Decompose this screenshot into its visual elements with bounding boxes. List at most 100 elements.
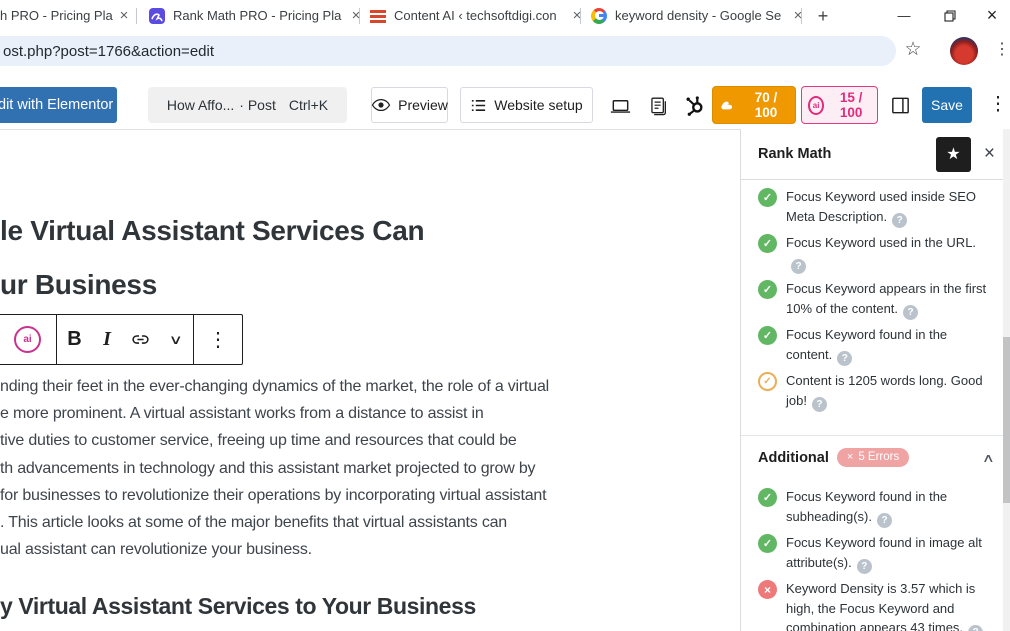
- content-ai-icon: ai: [14, 326, 41, 353]
- block-options-icon[interactable]: ⋮: [194, 315, 242, 364]
- check-text: Focus Keyword used in the URL.?: [786, 233, 976, 274]
- help-icon[interactable]: ?: [856, 559, 872, 574]
- additional-section-header[interactable]: Additional × 5 Errors ∧: [741, 435, 1010, 487]
- browser-tabstrip: h PRO - Pricing Pla × Rank Math PRO - Pr…: [0, 0, 1010, 32]
- check-text: Focus Keyword found in image alt attribut…: [786, 533, 982, 574]
- new-tab-button[interactable]: +: [810, 3, 836, 29]
- help-icon[interactable]: ?: [877, 513, 892, 528]
- device-preview-icon[interactable]: [606, 92, 634, 120]
- browser-tab-2[interactable]: Rank Math PRO - Pricing Pla ×: [141, 0, 365, 31]
- tab-close-icon[interactable]: ×: [789, 7, 807, 24]
- chevron-down-icon[interactable]: ∨: [159, 315, 194, 364]
- help-icon[interactable]: ?: [811, 397, 827, 412]
- browser-tab-3[interactable]: Content AI ‹ techsoftdigi.con ×: [362, 0, 586, 31]
- content-ai-button[interactable]: ai: [0, 315, 57, 364]
- check-line: Focus Keyword used inside SEO: [786, 189, 977, 204]
- seo-check-item: ✓ Content is 1205 words long. Good job!?: [758, 371, 993, 412]
- post-title-line-2[interactable]: ur Business: [0, 269, 157, 301]
- panel-title: Rank Math: [758, 146, 832, 162]
- help-icon[interactable]: ?: [892, 213, 908, 228]
- check-line: high, the Focus Keyword and: [786, 600, 955, 616]
- preview-button[interactable]: Preview: [371, 87, 448, 123]
- italic-button[interactable]: I: [92, 315, 122, 364]
- website-setup-button[interactable]: Website setup: [460, 87, 593, 123]
- pass-icon: ✓: [758, 488, 777, 507]
- sidebar-scrollbar-track[interactable]: [1003, 129, 1010, 631]
- tab-separator: [580, 8, 581, 24]
- tab-title: h PRO - Pricing Pla: [0, 8, 113, 23]
- help-icon[interactable]: ?: [791, 259, 806, 274]
- bookmark-star-icon[interactable]: ☆: [900, 37, 926, 63]
- seo-check-item: ✓ Focus Keyword appears in the first 10% …: [758, 279, 993, 320]
- content-ai-score-badge[interactable]: ai 15 / 100: [801, 86, 878, 124]
- browser-tab-1[interactable]: h PRO - Pricing Pla ×: [0, 0, 135, 31]
- tab-title: keyword density - Google Se: [615, 8, 782, 23]
- seo-check-item: × Keyword Density is 3.57 which is high, …: [758, 579, 993, 631]
- url-text: ost.php?post=1766&action=edit: [3, 42, 215, 60]
- help-icon[interactable]: ?: [837, 351, 853, 366]
- preview-label: Preview: [398, 97, 448, 113]
- rank-math-checklist: ✓ Focus Keyword used inside SEO Meta Desc…: [741, 180, 1010, 631]
- seo-check-item: ✓ Focus Keyword found in image alt attrib…: [758, 533, 993, 574]
- post-subheading[interactable]: y Virtual Assistant Services to Your Bus…: [0, 593, 476, 620]
- document-title: How Affo...: [166, 97, 235, 113]
- help-icon[interactable]: ?: [968, 624, 984, 631]
- tab-title: Content AI ‹ techsoftdigi.con: [394, 8, 557, 23]
- tab-separator: [801, 8, 802, 24]
- options-menu-icon[interactable]: ⋮: [986, 87, 1010, 123]
- chevron-up-icon[interactable]: ∧: [982, 451, 995, 465]
- check-line: combination appears 43 times.: [786, 620, 964, 631]
- document-overview-button[interactable]: How Affo... · Post Ctrl+K: [148, 87, 347, 123]
- star-icon: ★: [946, 146, 961, 163]
- seo-check-item: ✓ Focus Keyword found in the subheading(s…: [758, 487, 993, 528]
- rank-math-panel-header: Rank Math ★ ×: [741, 129, 1010, 180]
- tab-separator: [359, 8, 360, 24]
- help-icon[interactable]: ?: [903, 305, 919, 320]
- hubspot-icon[interactable]: [681, 92, 709, 120]
- post-paragraph[interactable]: nding their feet in the ever-changing dy…: [0, 373, 549, 563]
- browser-menu-icon[interactable]: ⋮: [992, 37, 1010, 63]
- rank-math-panel: Rank Math ★ × ✓ Focus Keyword used insid…: [740, 129, 1010, 631]
- list-icon: [470, 97, 487, 114]
- rank-math-score-icon: [719, 97, 736, 114]
- minimize-button[interactable]: —: [884, 0, 924, 31]
- check-line: Focus Keyword appears in the first: [786, 281, 987, 296]
- browser-tab-4[interactable]: keyword density - Google Se ×: [583, 0, 807, 31]
- rank-math-score-badge[interactable]: 70 / 100: [712, 86, 796, 124]
- pass-icon: ✓: [758, 188, 777, 207]
- check-line: Focus Keyword found in the: [786, 489, 948, 504]
- sidebar-toggle-icon[interactable]: [886, 91, 914, 119]
- tab-title: Rank Math PRO - Pricing Pla: [173, 8, 342, 23]
- check-text: Focus Keyword used inside SEO Meta Descri…: [786, 187, 976, 228]
- profile-avatar[interactable]: [950, 37, 978, 65]
- close-panel-icon[interactable]: ×: [984, 143, 995, 165]
- check-text: Content is 1205 words long. Good job!?: [786, 371, 983, 412]
- pass-icon: ✓: [758, 234, 777, 253]
- post-title-line-1[interactable]: le Virtual Assistant Services Can: [0, 215, 425, 247]
- check-text: Focus Keyword found in the content.?: [786, 325, 947, 366]
- seo-check-item: ✓ Focus Keyword found in the content.?: [758, 325, 993, 366]
- bold-button[interactable]: B: [57, 315, 92, 364]
- content-docs-icon[interactable]: [644, 92, 672, 120]
- restore-button[interactable]: [930, 0, 970, 31]
- paragraph-line: ual assistant can revolutionize your bus…: [0, 541, 312, 559]
- save-button[interactable]: Save: [922, 87, 972, 123]
- seo-check-item: ✓ Focus Keyword used in the URL.?: [758, 233, 993, 274]
- error-x-icon: ×: [846, 451, 854, 463]
- check-line: subheading(s).: [786, 508, 872, 524]
- paragraph-line: nding their feet in the ever-changing dy…: [0, 378, 550, 395]
- check-line: Meta Description.: [786, 208, 888, 224]
- check-line: content.: [786, 346, 833, 362]
- address-bar[interactable]: ost.php?post=1766&action=edit: [0, 36, 896, 66]
- check-line: Content is 1205 words long. Good: [786, 373, 983, 388]
- browser-window: h PRO - Pricing Pla × Rank Math PRO - Pr…: [0, 0, 1010, 631]
- sidebar-scrollbar-thumb[interactable]: [1003, 337, 1010, 503]
- link-icon[interactable]: [122, 315, 159, 364]
- tab-close-icon[interactable]: ×: [115, 7, 133, 24]
- edit-with-elementor-button[interactable]: dit with Elementor: [0, 87, 117, 123]
- content-ai-icon: ai: [808, 95, 825, 115]
- pin-plugin-button[interactable]: ★: [935, 136, 971, 172]
- block-toolbar: ai B I ∨ ⋮: [0, 314, 243, 365]
- close-window-button[interactable]: ×: [974, 0, 1010, 31]
- check-line: Keyword Density is 3.57 which is: [786, 581, 976, 596]
